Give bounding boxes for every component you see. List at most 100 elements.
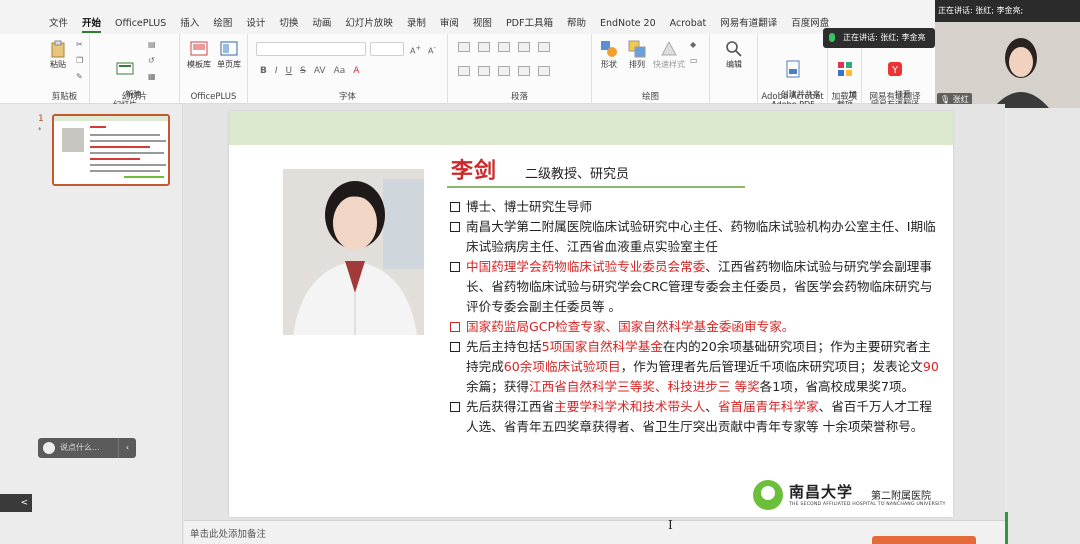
bullet-highlight: 省首届青年科学家 bbox=[717, 399, 819, 414]
side-collapse-button[interactable]: < bbox=[0, 494, 32, 512]
arrange-label: 排列 bbox=[629, 60, 645, 69]
video-header: 正在讲话: 张红; 李金亮; bbox=[935, 0, 1080, 22]
italic-button[interactable]: I bbox=[275, 66, 278, 76]
ribbon-tab[interactable]: 视图 bbox=[466, 14, 499, 34]
quick-styles-button[interactable]: 快速样式 bbox=[652, 40, 686, 70]
grow-font-icon[interactable]: A+ bbox=[410, 44, 421, 56]
person-name: 李剑 bbox=[451, 158, 498, 184]
increase-indent-icon[interactable] bbox=[518, 42, 530, 52]
section-icon[interactable]: ▦ bbox=[148, 72, 156, 81]
strike-button[interactable]: S bbox=[300, 66, 306, 76]
group-editing: 编辑 bbox=[710, 34, 758, 104]
columns-icon[interactable] bbox=[538, 66, 550, 76]
ribbon-tab[interactable]: 幻灯片放映 bbox=[338, 14, 400, 34]
format-painter-icon[interactable]: ✎ bbox=[76, 72, 83, 81]
addins-icon bbox=[838, 62, 852, 76]
bold-button[interactable]: B bbox=[260, 66, 267, 76]
drawing-group-label: 绘图 bbox=[641, 92, 659, 102]
ribbon-tab[interactable]: 文件 bbox=[42, 14, 75, 34]
comment-input[interactable]: 说点什么... ‹ bbox=[38, 438, 136, 458]
ribbon-tab[interactable]: 切换 bbox=[272, 14, 305, 34]
right-gutter bbox=[1008, 108, 1080, 544]
group-acrobat: 创建并共享 Adobe PDF Adobe Acrobat bbox=[758, 34, 828, 109]
logo-english-name: THE SECOND AFFILIATED HOSPITAL TO NANCHA… bbox=[789, 502, 946, 507]
ribbon-tab[interactable]: Acrobat bbox=[663, 14, 714, 34]
ribbon-tab[interactable]: 设计 bbox=[239, 14, 272, 34]
comment-placeholder: 说点什么... bbox=[60, 443, 100, 452]
line-spacing-icon[interactable] bbox=[538, 42, 550, 52]
bullet-text: 南昌大学第二附属医院临床试验研究中心主任、药物临床试验机构办公室主任、Ⅰ期临床试… bbox=[466, 219, 936, 254]
shrink-font-icon[interactable]: A- bbox=[428, 44, 436, 56]
char-spacing-icon[interactable]: AV bbox=[314, 66, 326, 76]
bullet-highlight: 60余项临床试验项目 bbox=[503, 359, 621, 374]
font-color-icon[interactable]: A bbox=[353, 66, 359, 76]
ribbon-tab[interactable]: EndNote 20 bbox=[593, 14, 663, 34]
title-underline bbox=[447, 186, 745, 188]
ribbon-tab[interactable]: 录制 bbox=[400, 14, 433, 34]
font-family-select[interactable] bbox=[256, 42, 366, 56]
ribbon-tab[interactable]: 审阅 bbox=[433, 14, 466, 34]
person-title: 二级教授、研究员 bbox=[525, 167, 630, 182]
copy-icon[interactable]: ❐ bbox=[76, 56, 83, 65]
university-emblem-icon bbox=[753, 480, 783, 510]
shape-outline-icon[interactable]: ▭ bbox=[690, 56, 698, 65]
edit-button[interactable]: 编辑 bbox=[720, 40, 748, 70]
template-library-label: 模板库 bbox=[187, 60, 211, 69]
translate-icon: Y bbox=[888, 62, 902, 76]
ribbon-tab[interactable]: 动画 bbox=[305, 14, 338, 34]
slide-header-band bbox=[229, 111, 953, 145]
cut-icon[interactable]: ✂ bbox=[76, 40, 83, 49]
green-edge bbox=[1005, 512, 1008, 544]
justify-icon[interactable] bbox=[518, 66, 530, 76]
reset-icon[interactable]: ↺ bbox=[148, 56, 155, 65]
ribbon-tab[interactable]: 帮助 bbox=[560, 14, 593, 34]
underline-button[interactable]: U bbox=[286, 66, 293, 76]
bullet-research: 先后主持包括5项国家自然科学基金在内的20余项基础研究项目；作为主要研究者主持完… bbox=[449, 337, 939, 397]
bullet-text: 各1项，省高校成果奖7项。 bbox=[759, 379, 915, 394]
ribbon-tab[interactable]: 插入 bbox=[173, 14, 206, 34]
font-size-select[interactable] bbox=[370, 42, 404, 56]
ribbon-tab[interactable]: OfficePLUS bbox=[108, 14, 173, 34]
bullet-text: ，作为管理者先后管理近千项临床研究项目；发表论文 bbox=[620, 359, 923, 374]
layout-icon[interactable]: ▤ bbox=[148, 40, 156, 49]
thumb-line bbox=[90, 140, 166, 142]
ribbon-tab[interactable]: 网易有道翻译 bbox=[713, 14, 784, 34]
align-right-icon[interactable] bbox=[498, 66, 510, 76]
single-page-label: 单页库 bbox=[217, 60, 241, 69]
shape-fill-icon[interactable]: ◆ bbox=[690, 40, 696, 49]
decrease-indent-icon[interactable] bbox=[498, 42, 510, 52]
youdao-group-label: 网易有道翻译 bbox=[869, 92, 921, 102]
edit-label: 编辑 bbox=[726, 60, 742, 69]
bullet-highlight: 90 bbox=[922, 359, 939, 374]
notes-placeholder: 单击此处添加备注 bbox=[190, 529, 267, 540]
ribbon-tab[interactable]: 绘图 bbox=[206, 14, 239, 34]
numbering-icon[interactable] bbox=[478, 42, 490, 52]
arrange-button[interactable]: 排列 bbox=[624, 40, 650, 70]
video-panel[interactable]: 正在讲话: 张红; 李金亮; 🎙 张红 bbox=[935, 0, 1080, 108]
bullets-icon[interactable] bbox=[458, 42, 470, 52]
participant-name: 张红 bbox=[952, 95, 969, 104]
ribbon-tab[interactable]: PDF工具箱 bbox=[499, 14, 560, 34]
template-library-button[interactable]: 模板库 bbox=[186, 40, 212, 70]
slide-thumbnail-1[interactable] bbox=[52, 114, 170, 186]
ribbon-tab[interactable]: 开始 bbox=[75, 14, 108, 34]
clipboard-group-label: 剪贴板 bbox=[51, 92, 78, 102]
microphone-icon bbox=[829, 33, 835, 42]
speaking-indicator: 正在讲话: 张红; 李金亮 bbox=[823, 28, 935, 48]
align-left-icon[interactable] bbox=[458, 66, 470, 76]
bullet-highlight: 中国药理学会药物临床试验专业委员会常委 bbox=[466, 259, 706, 274]
acrobat-group-label: Adobe Acrobat bbox=[761, 92, 824, 102]
ribbon-tab-bar: 文件 开始 OfficePLUS 插入 绘图 设计 切换 动画 幻灯片放映 录制 审阅 视图 PDF工具… bbox=[0, 14, 935, 34]
paste-button[interactable]: 粘贴 bbox=[46, 40, 70, 70]
clipboard-icon bbox=[51, 40, 65, 58]
bullet-highlight: 5项国家自然科学基金 bbox=[541, 339, 663, 354]
shapes-label: 形状 bbox=[601, 60, 617, 69]
slide[interactable]: 李剑 二级教授、研究员 博士、博士研究生导师 南昌大学第二附属医院临床试验研究中… bbox=[229, 111, 953, 517]
thumb-band bbox=[54, 116, 168, 121]
change-case-icon[interactable]: Aa bbox=[334, 66, 346, 76]
shapes-button[interactable]: 形状 bbox=[596, 40, 622, 70]
align-center-icon[interactable] bbox=[478, 66, 490, 76]
template-icon bbox=[190, 41, 208, 56]
collapse-arrow-icon[interactable]: ‹ bbox=[118, 438, 136, 458]
single-page-button[interactable]: 单页库 bbox=[216, 40, 242, 70]
